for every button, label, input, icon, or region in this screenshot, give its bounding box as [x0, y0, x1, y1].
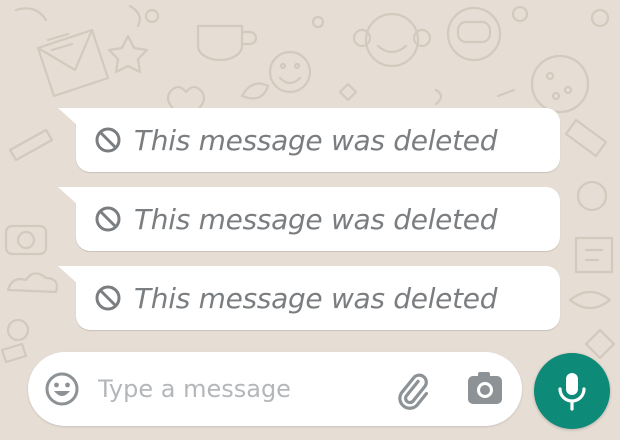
deleted-message-text: This message was deleted	[134, 202, 498, 236]
deleted-message-bubble[interactable]: This message was deleted	[58, 108, 560, 172]
deleted-message-text: This message was deleted	[134, 123, 498, 157]
voice-message-button[interactable]	[534, 353, 610, 429]
camera-icon[interactable]	[466, 371, 504, 407]
bubble-tail	[58, 108, 78, 126]
message-input[interactable]	[98, 370, 378, 408]
deleted-message-bubble[interactable]: This message was deleted	[58, 187, 560, 251]
attach-icon[interactable]	[392, 370, 432, 410]
deleted-message-bubble[interactable]: This message was deleted	[58, 266, 560, 330]
emoji-icon[interactable]	[44, 371, 80, 407]
ban-icon	[95, 206, 121, 232]
bubble-tail	[58, 266, 78, 284]
ban-icon	[95, 285, 121, 311]
deleted-message-text: This message was deleted	[134, 281, 498, 315]
bubble-tail	[58, 187, 78, 205]
microphone-icon	[558, 373, 586, 411]
message-composer	[28, 352, 522, 426]
ban-icon	[95, 127, 121, 153]
